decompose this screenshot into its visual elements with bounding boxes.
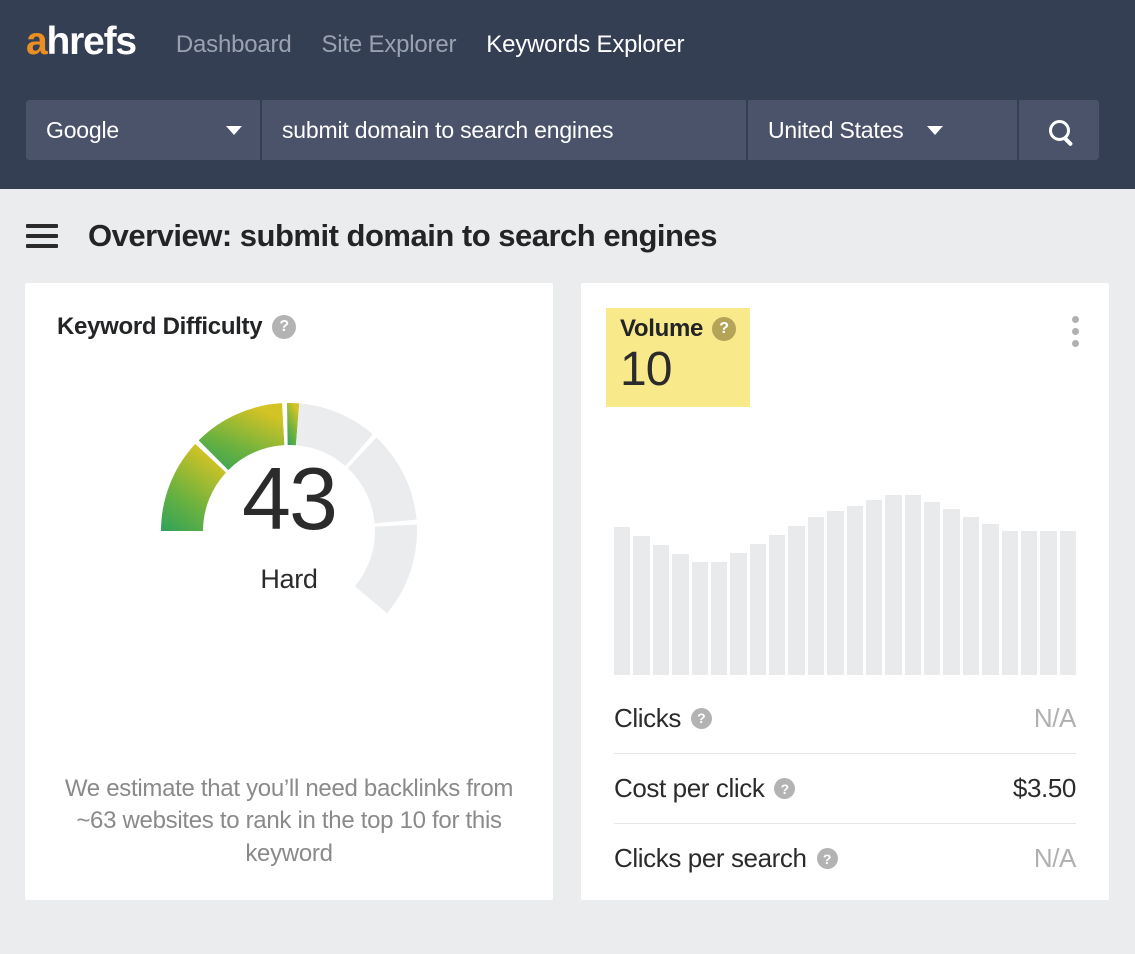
- volume-metrics: Clicks ? N/A Cost per click ? $3.50 Clic…: [614, 683, 1076, 893]
- hamburger-line: [26, 234, 58, 238]
- volume-title: Volume: [620, 315, 703, 343]
- volume-bar: [808, 517, 824, 675]
- volume-header: Volume ? 10: [581, 283, 1109, 407]
- hamburger-line: [26, 224, 58, 228]
- search-engine-select[interactable]: Google: [26, 100, 260, 160]
- metric-left: Clicks ?: [614, 703, 712, 734]
- help-icon[interactable]: ?: [712, 317, 736, 341]
- keyword-difficulty-card: Keyword Difficulty ? 43 Hard We estimate…: [25, 283, 553, 900]
- logo-text: hrefs: [47, 20, 136, 63]
- kebab-menu-icon[interactable]: [1068, 308, 1083, 355]
- keyword-difficulty-title: Keyword Difficulty: [57, 313, 262, 341]
- hamburger-line: [26, 244, 58, 248]
- kebab-dot: [1072, 340, 1079, 347]
- page-header: Overview: submit domain to search engine…: [0, 189, 1135, 283]
- volume-bar: [866, 500, 882, 675]
- volume-bar: [1002, 531, 1018, 675]
- help-icon[interactable]: ?: [817, 848, 838, 869]
- volume-bar: [847, 506, 863, 675]
- volume-title-row: Volume ?: [620, 315, 736, 343]
- search-query-input[interactable]: submit domain to search engines: [260, 100, 746, 160]
- logo-letter-a: a: [26, 20, 47, 63]
- metric-row-cost-per-click: Cost per click ? $3.50: [614, 753, 1076, 823]
- volume-bar: [788, 526, 804, 675]
- search-bar: Google submit domain to search engines U…: [26, 100, 1099, 160]
- keyword-difficulty-header: Keyword Difficulty ?: [25, 283, 553, 341]
- cards-container: Keyword Difficulty ? 43 Hard We estimate…: [0, 283, 1135, 900]
- metric-row-clicks-per-search: Clicks per search ? N/A: [614, 823, 1076, 893]
- metric-row-clicks: Clicks ? N/A: [614, 683, 1076, 753]
- volume-bar-chart: [614, 495, 1076, 675]
- volume-bar: [1060, 531, 1076, 675]
- country-value: United States: [768, 117, 903, 144]
- keyword-difficulty-gauge: 43 Hard: [104, 359, 474, 639]
- keyword-difficulty-value: 43: [104, 455, 474, 543]
- volume-bar: [827, 511, 843, 675]
- volume-bar: [769, 535, 785, 675]
- volume-bar: [1021, 531, 1037, 675]
- country-select[interactable]: United States: [746, 100, 1017, 160]
- volume-bar: [653, 545, 669, 675]
- nav-link-site-explorer[interactable]: Site Explorer: [322, 31, 457, 59]
- search-engine-value: Google: [46, 117, 119, 144]
- volume-bar: [885, 495, 901, 675]
- top-navigation-bar: ahrefs Dashboard Site Explorer Keywords …: [0, 0, 1135, 189]
- metric-left: Clicks per search ?: [614, 843, 838, 874]
- volume-highlight: Volume ? 10: [606, 308, 750, 407]
- metric-value: $3.50: [1013, 773, 1076, 804]
- page-title: Overview: submit domain to search engine…: [88, 218, 717, 254]
- metric-left: Cost per click ?: [614, 773, 795, 804]
- volume-bar: [633, 536, 649, 675]
- chevron-down-icon: [226, 126, 242, 135]
- metric-label: Cost per click: [614, 773, 764, 804]
- volume-bar: [692, 562, 708, 675]
- nav-row: ahrefs Dashboard Site Explorer Keywords …: [0, 0, 1135, 72]
- nav-link-keywords-explorer[interactable]: Keywords Explorer: [486, 31, 684, 59]
- search-query-value: submit domain to search engines: [282, 117, 613, 144]
- keyword-difficulty-note: We estimate that you’ll need backlinks f…: [59, 773, 519, 870]
- kebab-dot: [1072, 328, 1079, 335]
- metric-value: N/A: [1034, 843, 1076, 874]
- volume-bar: [711, 562, 727, 675]
- metric-label: Clicks per search: [614, 843, 807, 874]
- help-icon[interactable]: ?: [272, 315, 296, 339]
- volume-bar: [943, 509, 959, 675]
- nav-links: Dashboard Site Explorer Keywords Explore…: [176, 31, 684, 59]
- volume-bar: [1040, 531, 1056, 675]
- volume-bar: [905, 495, 921, 675]
- kebab-dot: [1072, 316, 1079, 323]
- volume-bar: [730, 553, 746, 675]
- volume-bar: [963, 517, 979, 675]
- volume-card: Volume ? 10 Clicks ? N/A: [581, 283, 1109, 900]
- search-button[interactable]: [1017, 100, 1099, 160]
- volume-bar: [672, 554, 688, 675]
- search-icon: [1049, 120, 1070, 141]
- volume-bar: [614, 527, 630, 675]
- ahrefs-logo[interactable]: ahrefs: [26, 22, 136, 61]
- metric-label: Clicks: [614, 703, 681, 734]
- volume-bar: [924, 502, 940, 675]
- nav-link-dashboard[interactable]: Dashboard: [176, 31, 292, 59]
- volume-bar: [750, 544, 766, 675]
- help-icon[interactable]: ?: [774, 778, 795, 799]
- volume-bar: [982, 524, 998, 675]
- help-icon[interactable]: ?: [691, 708, 712, 729]
- metric-value: N/A: [1034, 703, 1076, 734]
- keyword-difficulty-label: Hard: [104, 564, 474, 595]
- chevron-down-icon: [927, 126, 943, 135]
- hamburger-icon[interactable]: [26, 218, 58, 254]
- volume-value: 10: [620, 345, 736, 395]
